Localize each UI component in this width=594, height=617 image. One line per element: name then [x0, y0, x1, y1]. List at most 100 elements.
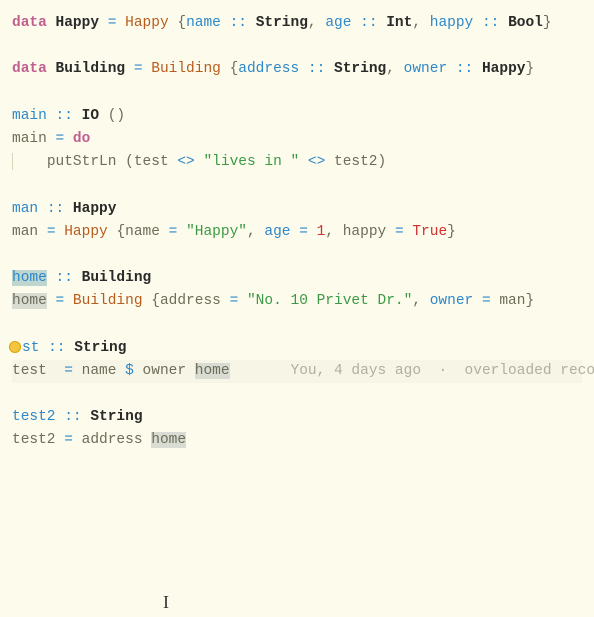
string-livesin: "lives in ": [203, 154, 299, 170]
constructor: Building: [73, 293, 143, 309]
ident-test2: test2: [12, 432, 56, 448]
string-privet: "No. 10 Privet Dr.": [247, 293, 412, 309]
number-one: 1: [317, 224, 326, 240]
line[interactable]: st :: String: [12, 340, 126, 356]
ident-man: man: [12, 201, 38, 217]
keyword-data: data: [12, 15, 47, 31]
type-name: Happy: [56, 15, 100, 31]
field-address: address: [160, 293, 221, 309]
comma: ,: [386, 61, 395, 77]
lbrace: {: [116, 224, 125, 240]
ident-home: home: [12, 270, 47, 286]
field-owner: owner: [404, 61, 448, 77]
type-string: String: [90, 409, 142, 425]
op-dollar: $: [125, 363, 134, 379]
constructor: Building: [151, 61, 221, 77]
op-eq: =: [395, 224, 404, 240]
op-eq: =: [56, 293, 65, 309]
field-happy: happy: [430, 15, 474, 31]
op-dcolon: ::: [230, 15, 247, 31]
comma: ,: [308, 15, 317, 31]
ident-test2: test2: [334, 154, 378, 170]
field-owner: owner: [430, 293, 474, 309]
op-eq: =: [299, 224, 308, 240]
op-eq: =: [169, 224, 178, 240]
field-address: address: [238, 61, 299, 77]
op-eq: =: [56, 131, 65, 147]
line[interactable]: test2 = address home: [12, 432, 186, 448]
type-name: Building: [56, 61, 126, 77]
rbrace: }: [543, 15, 552, 31]
rbrace: }: [525, 61, 534, 77]
unit: (): [108, 108, 125, 124]
op-dcolon: ::: [308, 61, 325, 77]
ident-man: man: [499, 293, 525, 309]
rparen: ): [378, 154, 387, 170]
git-blame-inline: You, 4 days ago · overloaded record: [291, 363, 594, 379]
op-eq: =: [64, 363, 73, 379]
op-dcolon: ::: [47, 201, 64, 217]
op-eq: =: [230, 293, 239, 309]
type-building: Building: [82, 270, 152, 286]
ident-home: home: [151, 432, 186, 448]
code-editor[interactable]: data Happy = Happy {name :: String, age …: [12, 12, 582, 453]
rbrace: }: [525, 293, 534, 309]
line[interactable]: man = Happy {name = "Happy", age = 1, ha…: [12, 224, 456, 240]
bool-true: True: [412, 224, 447, 240]
line[interactable]: home = Building {address = "No. 10 Prive…: [12, 293, 534, 309]
type-io: IO: [82, 108, 99, 124]
op-dcolon: ::: [360, 15, 377, 31]
keyword-data: data: [12, 61, 47, 77]
op-eq: =: [482, 293, 491, 309]
ident-main: main: [12, 108, 47, 124]
op-eq: =: [108, 15, 117, 31]
type-string: String: [74, 340, 126, 356]
lbrace: {: [151, 293, 160, 309]
ident-name: name: [82, 363, 117, 379]
line[interactable]: data Building = Building {address :: Str…: [12, 61, 534, 77]
lightbulb-icon[interactable]: [10, 342, 20, 352]
op-diamond: <>: [308, 154, 325, 170]
line[interactable]: man :: Happy: [12, 201, 116, 217]
line[interactable]: test2 :: String: [12, 409, 143, 425]
constructor: Happy: [125, 15, 169, 31]
lparen: (: [125, 154, 134, 170]
op-dcolon: ::: [482, 15, 499, 31]
type-happy: Happy: [482, 61, 526, 77]
type-happy: Happy: [73, 201, 117, 217]
op-dcolon: ::: [456, 61, 473, 77]
ident-owner: owner: [143, 363, 187, 379]
op-eq: =: [64, 432, 73, 448]
lbrace: {: [230, 61, 239, 77]
line[interactable]: main :: IO (): [12, 108, 125, 124]
ident-test: test: [134, 154, 169, 170]
ident-address: address: [82, 432, 143, 448]
type-string: String: [334, 61, 386, 77]
comma: ,: [247, 224, 256, 240]
field-name: name: [186, 15, 221, 31]
op-diamond: <>: [177, 154, 194, 170]
line[interactable]: data Happy = Happy {name :: String, age …: [12, 15, 552, 31]
field-happy: happy: [343, 224, 387, 240]
field-age: age: [325, 15, 351, 31]
ident-man: man: [12, 224, 38, 240]
comma: ,: [412, 293, 421, 309]
line[interactable]: putStrLn (test <> "lives in " <> test2): [12, 154, 386, 170]
op-dcolon: ::: [56, 108, 73, 124]
comma: ,: [325, 224, 334, 240]
ident-test2: test2: [12, 409, 56, 425]
line[interactable]: home :: Building: [12, 270, 151, 286]
indent-guide: [12, 153, 13, 170]
field-name: name: [125, 224, 160, 240]
current-line[interactable]: test = name $ owner home You, 4 days ago…: [12, 360, 582, 383]
ident-test: test: [12, 363, 47, 379]
keyword-do: do: [73, 131, 90, 147]
type-bool: Bool: [508, 15, 543, 31]
comma: ,: [412, 15, 421, 31]
line[interactable]: main = do: [12, 131, 90, 147]
ident-main: main: [12, 131, 47, 147]
string-happy: "Happy": [186, 224, 247, 240]
op-eq: =: [47, 224, 56, 240]
op-dcolon: ::: [48, 340, 65, 356]
ident-home: home: [195, 363, 230, 379]
